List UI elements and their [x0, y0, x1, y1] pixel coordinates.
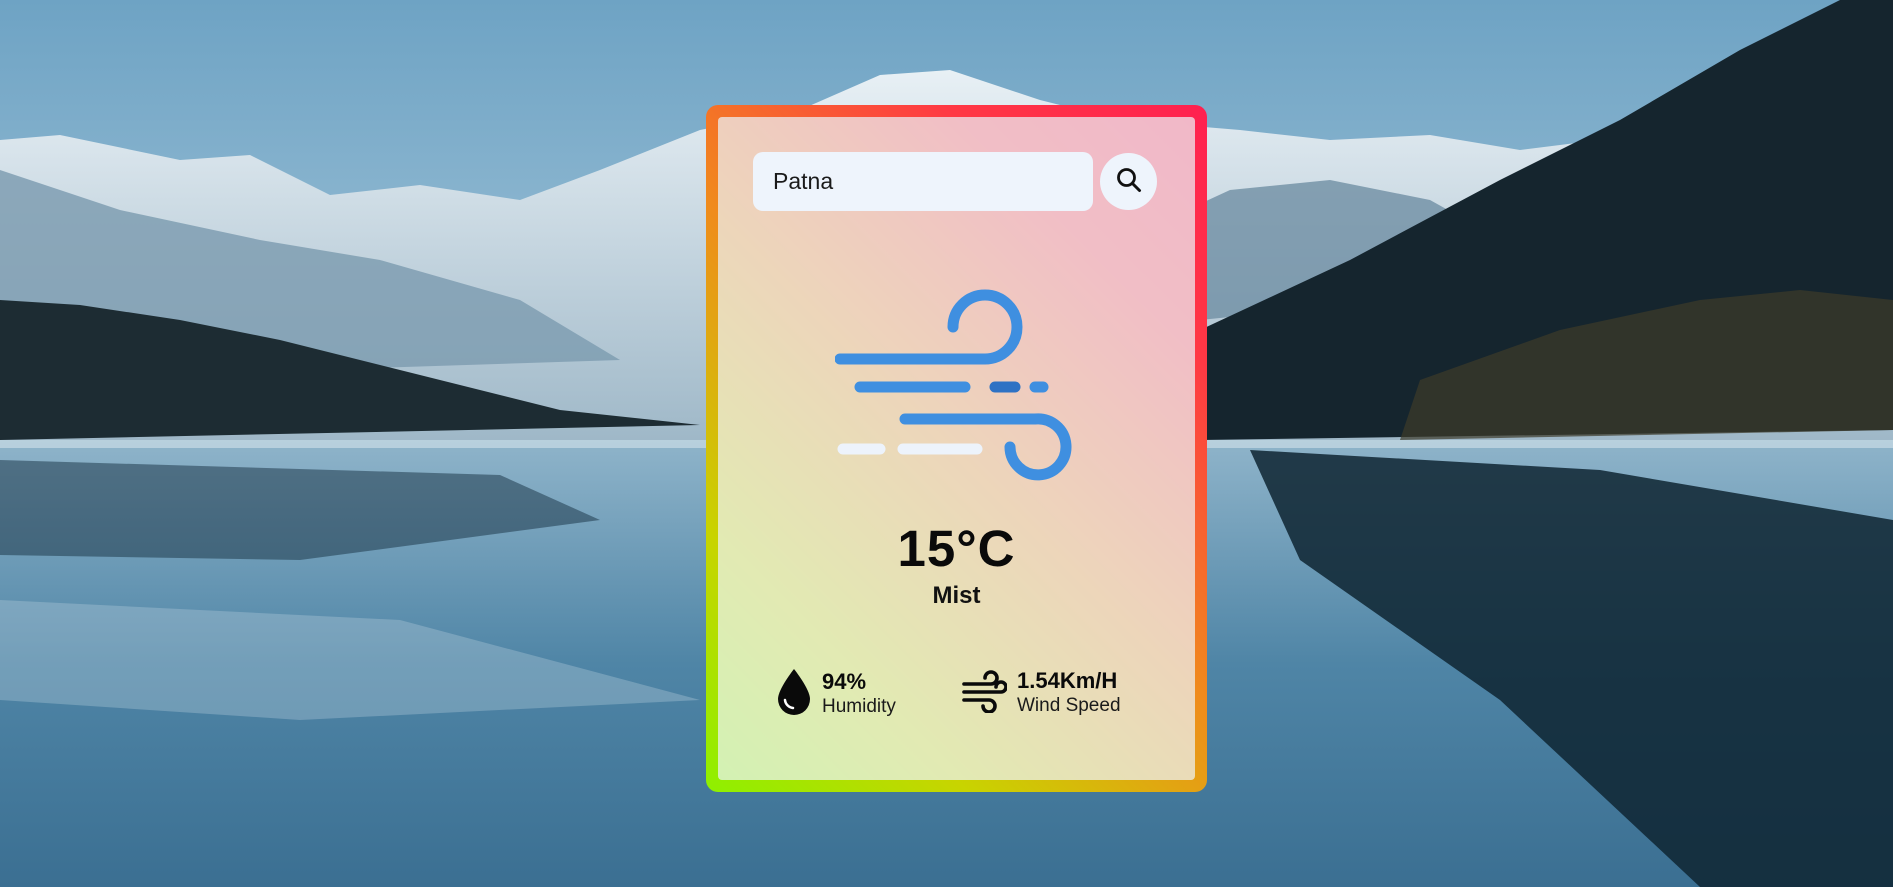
- city-search-input[interactable]: [753, 152, 1093, 211]
- wind-icon: [834, 289, 1085, 489]
- search-button[interactable]: [1100, 153, 1157, 210]
- wind-small-icon: [961, 667, 1008, 718]
- humidity-value: 94%: [822, 668, 867, 694]
- humidity-label: Humidity: [822, 695, 896, 717]
- humidity-stat: 94% Humidity: [776, 667, 896, 720]
- wind-speed-label: Wind Speed: [1017, 694, 1121, 716]
- water-drop-icon: [776, 667, 812, 720]
- search-bar: [753, 152, 1159, 212]
- search-icon: [1116, 167, 1142, 196]
- temperature: 15°C: [897, 520, 1016, 577]
- weather-condition: Mist: [932, 582, 981, 609]
- wind-speed-value: 1.54Km/H: [1017, 667, 1118, 693]
- weather-card: 15°C Mist 94% Humidity: [718, 117, 1195, 780]
- weather-card-border: 15°C Mist 94% Humidity: [706, 105, 1207, 792]
- wind-speed-stat: 1.54Km/H Wind Speed: [961, 667, 1121, 718]
